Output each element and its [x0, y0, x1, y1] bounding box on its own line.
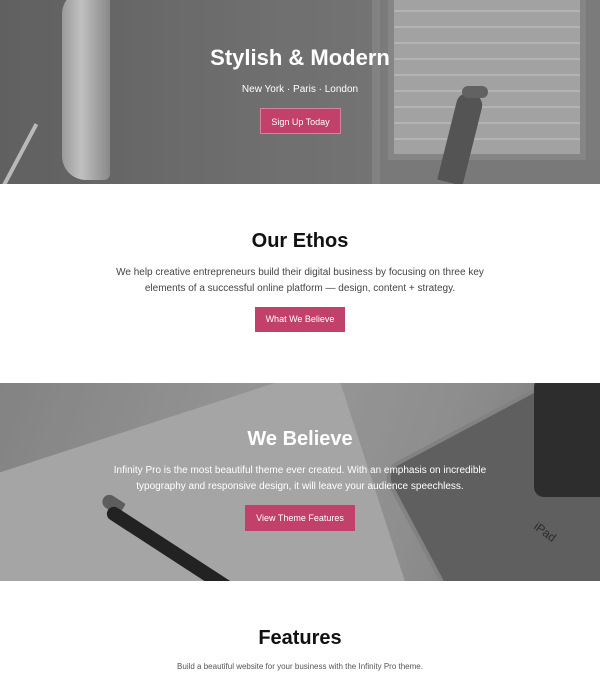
hero-subtitle: New York · Paris · London [241, 84, 359, 95]
believe-title: We Believe [247, 428, 353, 450]
hero-title: Stylish & Modern [210, 45, 390, 70]
view-theme-features-button[interactable]: View Theme Features [245, 505, 355, 531]
page: Stylish & Modern New York · Paris · Lond… [0, 0, 600, 679]
features-text: Build a beautiful website for your busin… [177, 662, 423, 671]
features-section: Features Build a beautiful website for y… [0, 581, 600, 679]
features-title: Features [258, 627, 342, 649]
ethos-text: We help creative entrepreneurs build the… [116, 267, 484, 294]
believe-text: Infinity Pro is the most beautiful theme… [113, 465, 487, 492]
believe-section: iPad We Believe Infinity Pro is the most… [0, 383, 600, 581]
sign-up-button[interactable]: Sign Up Today [260, 108, 341, 134]
what-we-believe-button[interactable]: What We Believe [255, 307, 345, 332]
hero-section: Stylish & Modern New York · Paris · Lond… [0, 0, 600, 184]
ethos-section: Our Ethos We help creative entrepreneurs… [0, 184, 600, 383]
ethos-title: Our Ethos [251, 230, 349, 252]
